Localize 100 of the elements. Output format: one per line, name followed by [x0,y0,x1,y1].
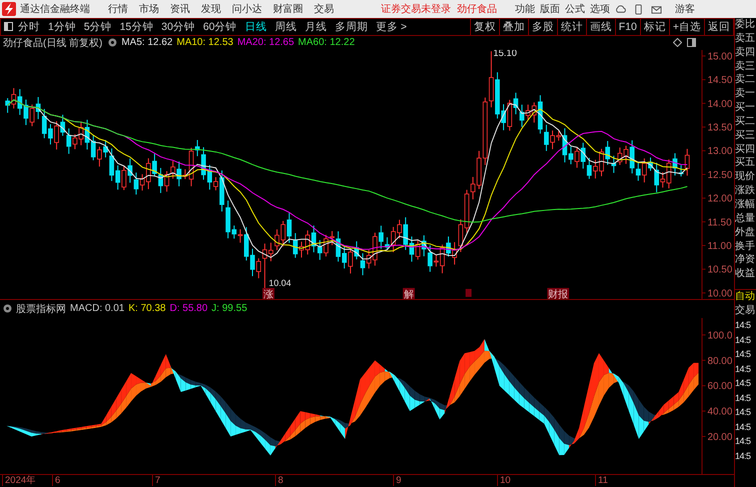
quote-label: 涨跌 [735,184,756,198]
quote-label: 买一 [735,101,756,115]
date-axis-label: 6 [52,475,60,486]
menu-item[interactable]: 行情 [108,2,128,16]
date-axis-label: 8 [275,475,284,486]
phone-icon[interactable] [633,4,644,14]
low-price-label: 10.04 [268,278,292,288]
indicator-axis-label: 60.00 [708,380,732,392]
trade-time: 14:5 [735,377,752,390]
indicator-value: MA5: 12.62 [121,37,173,48]
quote-label: 卖三 [735,60,756,74]
price-axis-label: 13.50 [707,122,732,134]
trade-time: 14:5 [735,435,752,448]
trade-time: 14:5 [735,319,752,332]
quote-label: 净资 [735,253,756,268]
indicator-axis-label: 20.00 [708,432,732,443]
trade-time: 14:5 [735,362,752,376]
chart-title: 劲仔食品(日线 前复权) [3,36,102,50]
price-axis-label: 12.50 [707,170,732,181]
price-axis-label: 11.00 [707,240,732,252]
trade-time: 14:5 [735,392,752,405]
event-marker[interactable]: 财报 [547,288,570,299]
indicator-title: 股票指标网 [16,302,66,316]
indicator-axis-label: 100.0 [708,330,732,342]
period-tab[interactable]: 15分钟 [120,20,154,34]
menu-item[interactable]: 交易 [314,2,334,16]
indicator-value: MACD: 0.01 [70,303,124,314]
period-tab[interactable]: 5分钟 [84,20,112,34]
price-axis-label: 13.00 [707,146,732,158]
login-notice[interactable]: 证券交易未登录 [381,2,451,16]
trade-time: 14:5 [735,450,752,463]
quote-label: 买三 [735,128,756,143]
quote-label: 卖二 [735,73,756,88]
quote-label: 买二 [735,114,756,129]
period-tab[interactable]: 分时 [18,20,40,34]
period-tab[interactable]: 更多 > [376,20,407,34]
price-axis-label: 10.50 [707,264,732,276]
menu-item[interactable]: 功能 [515,2,535,16]
price-axis-label: 15.00 [707,51,732,62]
stock-name-link[interactable]: 劲仔食品 [457,2,497,16]
mail-icon[interactable] [651,4,662,14]
menu-item[interactable]: 资讯 [170,2,190,16]
user-label[interactable]: 游客 [675,2,695,16]
app-title: 通达信金融终端 [20,2,90,16]
period-tab[interactable]: 多周期 [334,20,368,34]
indicator-value: J: 99.55 [212,303,248,314]
diamond-icon[interactable] [673,38,682,48]
period-tab[interactable]: 60分钟 [203,20,237,34]
quote-label: 总量 [735,212,756,226]
date-axis-label: 10 [497,475,511,486]
menu-item[interactable]: 发现 [201,2,221,16]
event-marker-icon[interactable] [466,288,472,297]
quote-label: 卖五 [735,32,756,46]
period-tab[interactable]: 30分钟 [161,20,196,34]
trade-label: 交易 [735,304,756,318]
price-axis-label: 10.00 [707,288,732,299]
menu-item[interactable]: 公式 [565,2,585,16]
quote-label: 买四 [735,142,756,156]
indicator-value: MA10: 12.53 [176,37,234,48]
settings-icon[interactable] [3,304,12,314]
trade-time: 14:5 [735,334,752,347]
indicator-axis-label: 80.00 [708,356,732,367]
period-tab[interactable]: 月线 [304,20,327,34]
period-tab[interactable]: 1分钟 [48,20,76,34]
panel-toggle-icon[interactable] [687,38,696,48]
menu-item[interactable]: 问小达 [232,2,262,16]
quote-label: 卖一 [735,87,756,102]
indicator-value: MA60: 12.22 [298,37,355,48]
event-marker[interactable]: 解 [402,288,415,299]
period-tab[interactable]: 日线 [244,20,267,34]
price-axis-label: 12.00 [707,194,732,205]
mode-label[interactable]: 自动 [735,290,756,304]
date-axis-label: 9 [393,475,402,486]
period-tab[interactable]: 周线 [274,20,297,34]
indicator-axis-label: 40.00 [708,406,732,418]
quote-label: 卖四 [735,46,756,60]
cloud-icon[interactable] [615,4,626,14]
trade-time: 14:5 [735,420,752,434]
quote-label: 收益 [735,267,756,282]
price-axis-label: 11.50 [707,217,732,228]
trade-time: 14:5 [735,348,752,362]
quote-label: 换手 [735,240,756,254]
menu-item[interactable]: 市场 [139,2,159,16]
quote-label: 委比 [735,18,756,32]
menu-item[interactable]: 选项 [590,2,610,16]
menu-item[interactable]: 版面 [540,2,560,16]
panel-toggle-icon[interactable] [4,22,13,32]
logo-icon [2,2,16,16]
quote-label: 现价 [735,170,756,184]
date-axis-label: 7 [152,475,160,486]
quote-label: 涨幅 [735,198,756,212]
trade-time: 14:5 [735,406,752,420]
quote-label: 外盘 [735,226,756,240]
settings-icon[interactable] [108,38,118,48]
indicator-value: MA20: 12.65 [237,37,294,48]
event-marker[interactable]: 涨 [262,288,274,299]
date-axis-label: 2024年 [2,475,36,486]
menu-item[interactable]: 财富圈 [273,2,303,16]
indicator-value: D: 55.80 [170,303,208,314]
quote-label: 买五 [735,156,756,170]
